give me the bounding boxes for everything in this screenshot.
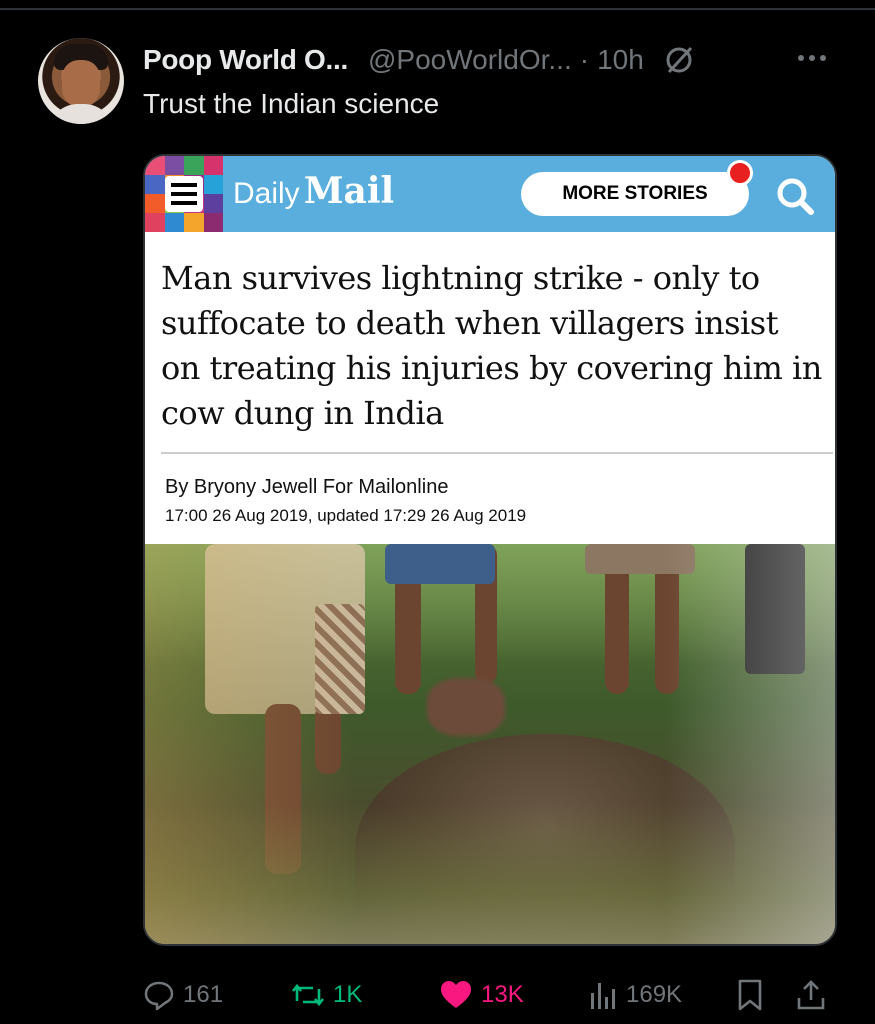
top-divider xyxy=(0,8,875,10)
article-photo xyxy=(145,544,835,944)
dailymail-header: Daily Mail MORE STORIES xyxy=(145,156,835,232)
action-bar: 161 1K 13K 169K xyxy=(143,972,843,1018)
bookmark-button[interactable] xyxy=(735,972,773,1018)
more-stories-button[interactable]: MORE STORIES xyxy=(521,172,749,216)
repost-icon xyxy=(291,983,325,1007)
reply-button[interactable]: 161 xyxy=(143,972,223,1018)
author-name[interactable]: Poop World O... xyxy=(143,44,348,76)
tweet-text: Trust the Indian science xyxy=(143,88,440,119)
like-button[interactable]: 13K xyxy=(439,972,524,1018)
avatar[interactable] xyxy=(38,38,124,124)
share-button[interactable] xyxy=(795,972,835,1018)
reply-icon xyxy=(144,981,174,1011)
brand-mail: Mail xyxy=(303,170,395,212)
article-byline: By Bryony Jewell For Mailonline xyxy=(165,476,449,498)
tweet-header: Poop World O... @PooWorldOr... · 10h xyxy=(143,40,694,80)
more-icon[interactable] xyxy=(798,48,834,68)
views-button[interactable]: 169K xyxy=(588,972,682,1018)
hamburger-icon[interactable] xyxy=(165,176,203,212)
views-count: 169K xyxy=(626,981,683,1008)
dailymail-brand: Daily Mail xyxy=(233,170,394,212)
repost-button[interactable]: 1K xyxy=(291,972,362,1018)
repost-count: 1K xyxy=(333,981,363,1008)
notification-dot xyxy=(727,160,753,186)
article-headline: Man survives lightning strike - only to … xyxy=(161,259,822,432)
share-icon xyxy=(797,980,825,1010)
separator-dot: · xyxy=(579,44,590,75)
heart-icon xyxy=(441,981,471,1008)
tweet-time[interactable]: 10h xyxy=(597,44,644,76)
bookmark-icon xyxy=(738,979,762,1011)
article-dateline: 17:00 26 Aug 2019, updated 17:29 26 Aug … xyxy=(165,506,527,525)
reply-count: 161 xyxy=(183,981,224,1008)
search-icon[interactable] xyxy=(773,174,817,218)
grok-icon[interactable] xyxy=(664,45,694,75)
brand-daily: Daily xyxy=(233,177,300,210)
author-handle[interactable]: @PooWorldOr... xyxy=(368,44,572,76)
article-screenshot[interactable]: Daily Mail MORE STORIES Man survives ligh… xyxy=(143,154,837,946)
divider xyxy=(161,452,833,454)
views-icon xyxy=(591,983,615,1009)
like-count: 13K xyxy=(481,981,524,1008)
